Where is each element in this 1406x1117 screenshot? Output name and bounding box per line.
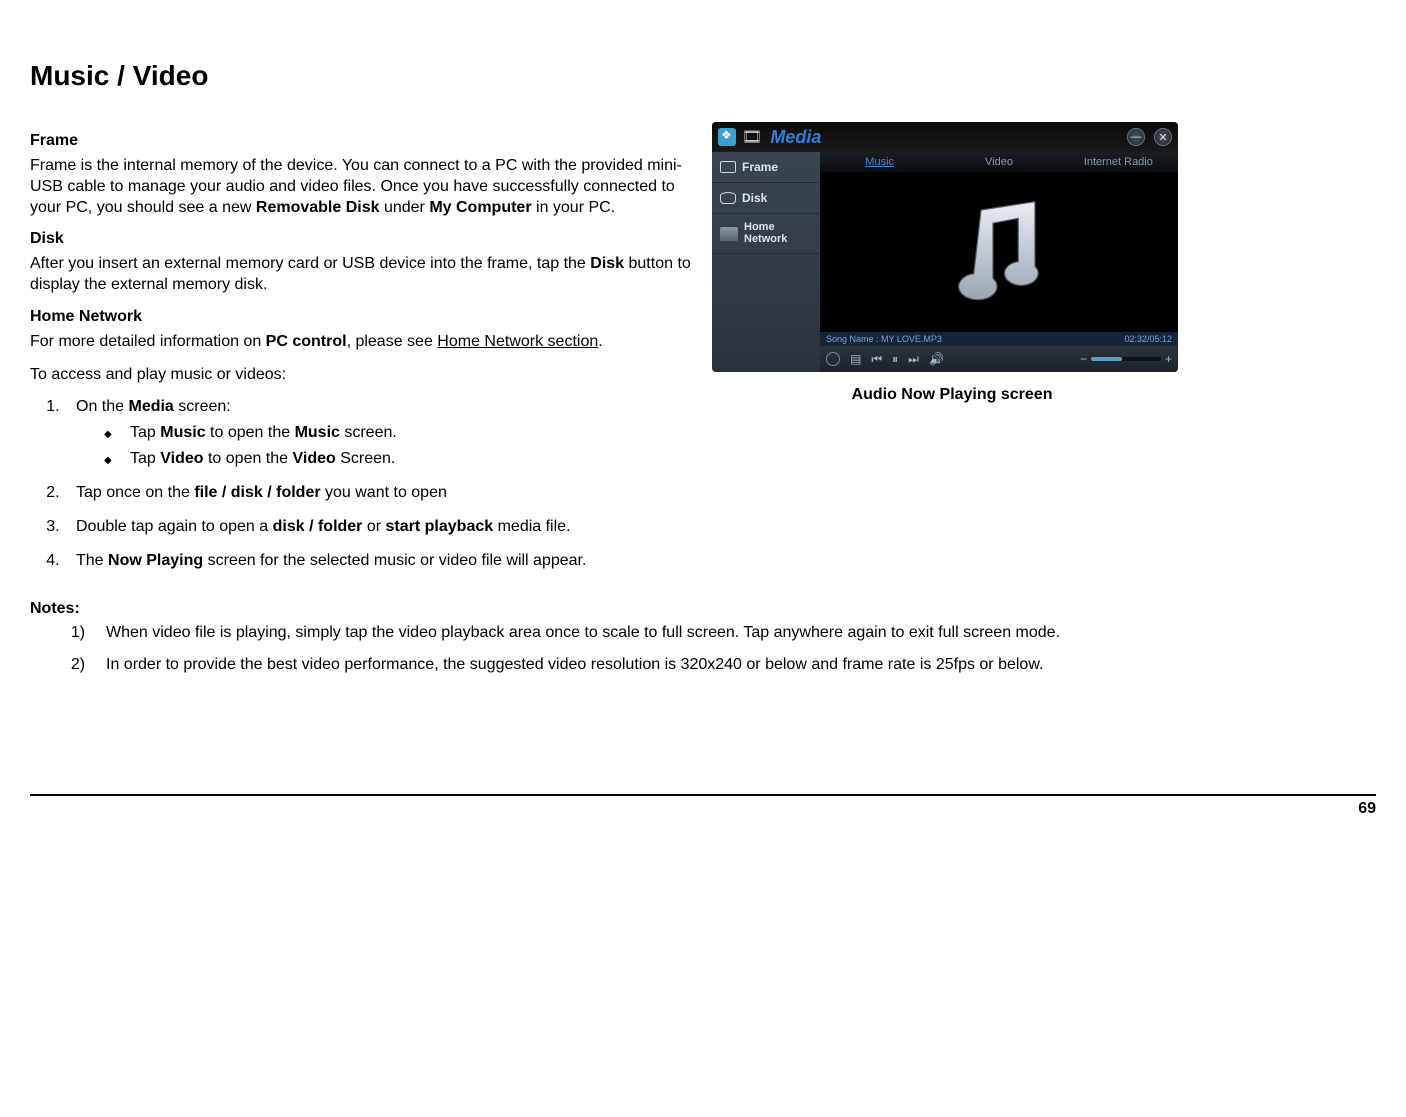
volume-down-button[interactable]: −	[1080, 352, 1087, 366]
bold-start-playback: start playback	[386, 518, 494, 535]
note-1: When video file is playing, simply tap t…	[94, 624, 1376, 642]
text: in your PC.	[532, 199, 616, 216]
text: .	[598, 333, 602, 350]
previous-button[interactable]: ⏮	[871, 352, 882, 367]
step-1a: Tap Music to open the Music screen.	[104, 424, 702, 442]
sidebar-item-home-network[interactable]: HomeNetwork	[712, 214, 820, 254]
volume-control: − +	[1080, 352, 1172, 366]
minimize-button[interactable]: —	[1127, 128, 1145, 146]
volume-up-button[interactable]: +	[1165, 352, 1172, 366]
disk-icon	[720, 192, 736, 204]
text: or	[362, 518, 385, 535]
note-2: In order to provide the best video perfo…	[94, 656, 1376, 674]
device-screenshot: 🎞 Media — ✕ Frame Disk HomeNetwork Music…	[712, 122, 1178, 372]
music-note-icon	[939, 192, 1059, 312]
steps-list: On the Media screen: Tap Music to open t…	[30, 398, 702, 570]
text: screen for the selected music or video f…	[203, 552, 586, 569]
tab-video[interactable]: Video	[939, 152, 1058, 172]
film-icon: 🎞	[742, 127, 762, 147]
text: , please see	[347, 333, 438, 350]
text: to open the	[206, 424, 295, 441]
sidebar-item-disk[interactable]: Disk	[712, 183, 820, 214]
text: Tap	[130, 424, 160, 441]
tabs: Music Video Internet Radio	[820, 152, 1178, 172]
figure-caption: Audio Now Playing screen	[712, 386, 1192, 404]
album-art-area	[820, 172, 1178, 332]
home-network-link[interactable]: Home Network section	[437, 333, 598, 350]
step-3: Double tap again to open a disk / folder…	[64, 518, 702, 536]
text: The	[76, 552, 108, 569]
bold-my-computer: My Computer	[429, 199, 531, 216]
titlebar-label: Media	[770, 127, 821, 148]
playback-controls: ▤ ⏮ ⏸ ⏭ 🔊 − +	[820, 346, 1178, 372]
footer-rule	[30, 794, 1376, 796]
sidebar-item-label: Frame	[742, 160, 778, 174]
step-1b: Tap Video to open the Video Screen.	[104, 450, 702, 468]
text: under	[380, 199, 430, 216]
text: Screen.	[336, 450, 396, 467]
bold-now-playing: Now Playing	[108, 552, 203, 569]
sidebar-item-label: Disk	[742, 191, 767, 205]
device-sidebar: Frame Disk HomeNetwork	[712, 152, 820, 372]
bold-video: Video	[160, 450, 203, 467]
next-button[interactable]: ⏭	[908, 352, 919, 367]
step-4: The Now Playing screen for the selected …	[64, 552, 702, 570]
time-label: 02:32/05:12	[1124, 334, 1172, 344]
home-network-icon	[720, 227, 738, 241]
text: Tap	[130, 450, 160, 467]
bold-media: Media	[128, 398, 173, 415]
titlebar: 🎞 Media — ✕	[712, 122, 1178, 152]
sidebar-item-label: HomeNetwork	[744, 222, 787, 245]
access-intro: To access and play music or videos:	[30, 365, 702, 386]
left-column: Frame Frame is the internal memory of th…	[30, 122, 702, 586]
bold-music-2: Music	[295, 424, 340, 441]
notes-heading: Notes:	[30, 600, 1376, 618]
bold-removable-disk: Removable Disk	[256, 199, 380, 216]
text: Tap once on the	[76, 484, 194, 501]
bold-disk: Disk	[590, 255, 624, 272]
right-column: 🎞 Media — ✕ Frame Disk HomeNetwork Music…	[712, 122, 1192, 586]
status-bar: Song Name : MY LOVE.MP3 02:32/05:12	[820, 332, 1178, 346]
frame-heading: Frame	[30, 132, 702, 150]
step-1-sublist: Tap Music to open the Music screen. Tap …	[76, 424, 702, 468]
disk-heading: Disk	[30, 230, 702, 248]
text: Double tap again to open a	[76, 518, 273, 535]
frame-icon	[720, 161, 736, 173]
text: On the	[76, 398, 128, 415]
bold-file-disk-folder: file / disk / folder	[194, 484, 320, 501]
step-1: On the Media screen: Tap Music to open t…	[64, 398, 702, 468]
frame-paragraph: Frame is the internal memory of the devi…	[30, 156, 702, 218]
app-icon	[718, 128, 736, 146]
tab-internet-radio[interactable]: Internet Radio	[1059, 152, 1178, 172]
text: screen.	[340, 424, 397, 441]
playlist-icon[interactable]: ▤	[850, 352, 861, 366]
step-2: Tap once on the file / disk / folder you…	[64, 484, 702, 502]
bold-disk-folder: disk / folder	[273, 518, 363, 535]
notes-list: When video file is playing, simply tap t…	[30, 624, 1376, 674]
text: to open the	[204, 450, 293, 467]
pause-button[interactable]: ⏸	[892, 352, 898, 367]
close-button[interactable]: ✕	[1154, 128, 1172, 146]
sidebar-item-frame[interactable]: Frame	[712, 152, 820, 183]
homenet-paragraph: For more detailed information on PC cont…	[30, 332, 702, 353]
tab-music[interactable]: Music	[820, 152, 939, 172]
device-main: Music Video Internet Radio Song Name : M…	[820, 152, 1178, 372]
page-title: Music / Video	[30, 60, 1376, 92]
homenet-heading: Home Network	[30, 308, 702, 326]
text: you want to open	[321, 484, 447, 501]
bold-pc-control: PC control	[266, 333, 347, 350]
disc-icon[interactable]	[826, 352, 840, 366]
text: After you insert an external memory card…	[30, 255, 590, 272]
bold-video-2: Video	[293, 450, 336, 467]
text: screen:	[174, 398, 231, 415]
text: media file.	[493, 518, 570, 535]
volume-slider[interactable]	[1091, 357, 1161, 361]
bold-music: Music	[160, 424, 205, 441]
disk-paragraph: After you insert an external memory card…	[30, 254, 702, 296]
speaker-icon[interactable]: 🔊	[929, 352, 944, 366]
text: For more detailed information on	[30, 333, 266, 350]
song-name-label: Song Name : MY LOVE.MP3	[826, 334, 942, 344]
page-number: 69	[30, 800, 1376, 818]
